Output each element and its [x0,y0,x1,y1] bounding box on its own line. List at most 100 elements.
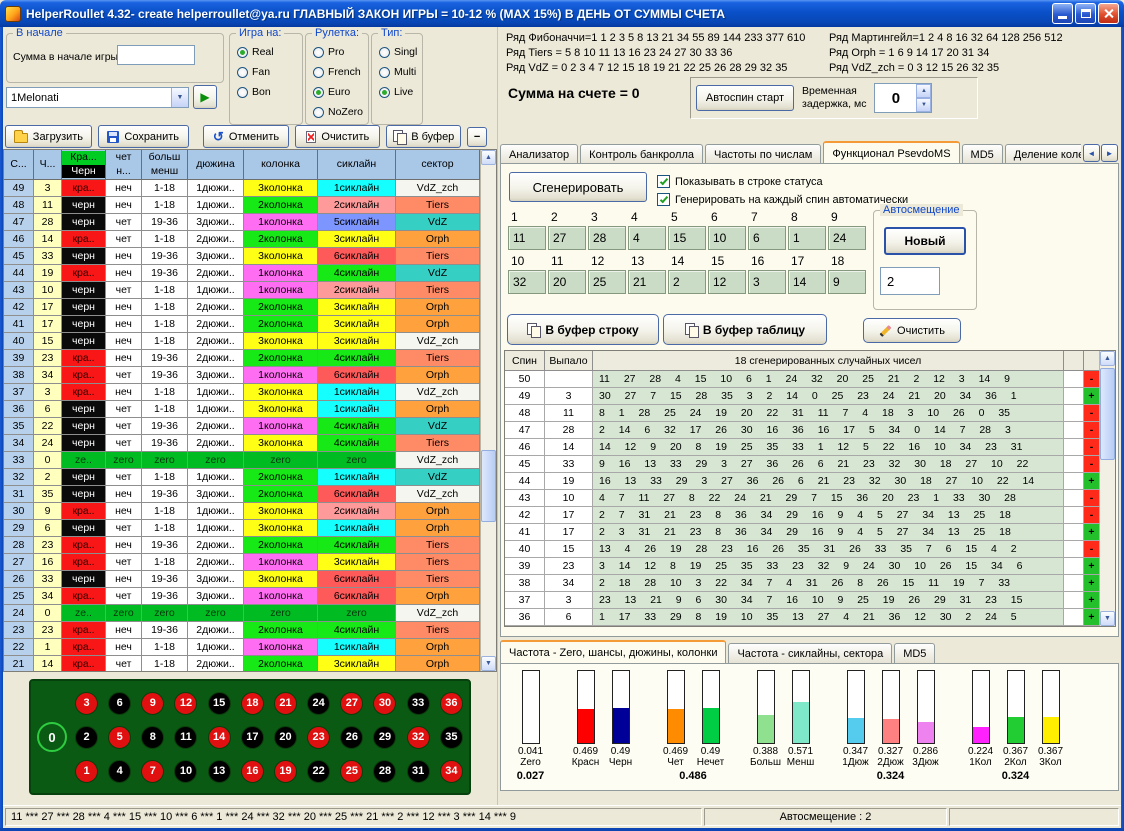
board-number[interactable]: 28 [373,760,396,783]
board-number[interactable]: 23 [307,726,330,749]
dozen-cell: 3дюжи.. [188,486,244,503]
autospin-button[interactable]: Автоспин старт [696,85,794,111]
radio-french[interactable]: French [306,62,368,82]
start-sum-label: Сумма в начале игры [13,51,118,63]
profile-combobox[interactable]: 1Melonati ▼ [6,87,189,108]
board-number[interactable]: 3 [75,692,98,715]
clear-generated-button[interactable]: Очистить [863,318,961,343]
new-button[interactable]: Новый [884,227,966,255]
board-number[interactable]: 2 [75,726,98,749]
board-number[interactable]: 16 [241,760,264,783]
board-number[interactable]: 4 [108,760,131,783]
board-number[interactable]: 32 [407,726,430,749]
bar-value: 0.571 [788,746,813,757]
board-number[interactable]: 24 [307,692,330,715]
board-number[interactable]: 1 [75,760,98,783]
board-number[interactable]: 13 [208,760,231,783]
clear-button[interactable]: Очистить [295,125,380,148]
board-number[interactable]: 26 [340,726,363,749]
board-number[interactable]: 25 [340,760,363,783]
start-sum-input[interactable] [117,45,195,65]
generate-each-spin-checkbox[interactable]: Генерировать на каждый спин автоматическ… [657,193,908,206]
freq-tab-1[interactable]: Частота - Zero, шансы, дюжины, колонки [500,640,726,663]
board-number[interactable]: 22 [307,760,330,783]
tab-6[interactable]: Деление колеса на [1005,144,1081,164]
minimize-button[interactable] [1052,3,1073,24]
spacer-cell [1064,473,1084,490]
board-number[interactable]: 14 [208,726,231,749]
tab-5[interactable]: MD5 [962,144,1003,164]
scroll-up-icon[interactable]: ▲ [1100,351,1115,366]
tab-3[interactable]: Частоты по числам [705,144,821,164]
board-number[interactable]: 15 [208,692,231,715]
scroll-up-icon[interactable]: ▲ [481,150,496,165]
board-number[interactable]: 8 [141,726,164,749]
board-number[interactable]: 20 [274,726,297,749]
radio-fan[interactable]: Fan [230,62,302,82]
radio-euro[interactable]: Euro [306,82,368,102]
board-number[interactable]: 19 [274,760,297,783]
spin-row: 441916 13 33 29 3 27 36 26 6 21 23 32 30… [505,473,1100,490]
board-number[interactable]: 18 [241,692,264,715]
play-button[interactable]: ▶ [193,85,217,109]
board-number[interactable]: 21 [274,692,297,715]
tab-scroll-left-icon[interactable]: ◄ [1083,144,1100,162]
radio-real[interactable]: Real [230,42,302,62]
board-number[interactable]: 31 [407,760,430,783]
copy-to-buffer-button[interactable]: В буфер [386,125,461,148]
generate-button[interactable]: Сгенерировать [509,172,647,202]
spins-scrollbar[interactable]: ▲ ▼ [1099,351,1115,626]
scroll-down-icon[interactable]: ▼ [1100,611,1115,626]
board-number[interactable]: 29 [373,726,396,749]
spinner-down-icon[interactable]: ▼ [916,98,931,112]
radio-singl[interactable]: Singl [372,42,422,62]
tab-2[interactable]: Контроль банкролла [580,144,703,164]
close-button[interactable] [1098,3,1119,24]
board-number[interactable]: 7 [141,760,164,783]
show-in-status-checkbox[interactable]: Показывать в строке статуса [657,175,823,188]
freq-tab-2[interactable]: Частота - сиклайны, сектора [728,643,892,663]
copy-table-button[interactable]: В буфер таблицу [663,314,827,345]
scrollbar-thumb[interactable] [1100,368,1115,460]
board-number[interactable]: 34 [440,760,463,783]
autoshift-value-input[interactable] [880,267,940,295]
undo-button[interactable]: ↺Отменить [203,125,290,148]
board-number[interactable]: 6 [108,692,131,715]
board-number[interactable]: 30 [373,692,396,715]
maximize-button[interactable] [1075,3,1096,24]
board-number[interactable]: 11 [174,726,197,749]
delay-spinner[interactable]: 0 ▲ ▼ [874,83,932,113]
board-number[interactable]: 36 [440,692,463,715]
chevron-down-icon[interactable]: ▼ [171,88,188,107]
scroll-down-icon[interactable]: ▼ [481,656,496,671]
scrollbar-thumb[interactable] [481,450,496,522]
board-number[interactable]: 33 [407,692,430,715]
board-zero[interactable]: 0 [37,722,67,752]
history-scrollbar[interactable]: ▲ ▼ [480,150,496,671]
radio-multi[interactable]: Multi [372,62,422,82]
frequency-group: 0.469Красн0.49Черн [568,670,638,783]
column-cell: 2колонка [244,469,318,486]
radio-bon[interactable]: Bon [230,82,302,102]
board-number[interactable]: 35 [440,726,463,749]
load-button[interactable]: Загрузить [5,125,92,148]
board-number[interactable]: 12 [174,692,197,715]
tab-4[interactable]: Функционал PsevdoMS [823,141,959,164]
board-number[interactable]: 17 [241,726,264,749]
freq-tab-3[interactable]: MD5 [894,643,935,663]
spin-cell: 31 [4,486,34,503]
tab-scroll-right-icon[interactable]: ► [1101,144,1118,162]
radio-pro[interactable]: Pro [306,42,368,62]
tab-1[interactable]: Анализатор [500,144,578,164]
board-number[interactable]: 27 [340,692,363,715]
spin-number-cell: 50 [505,371,545,388]
collapse-button[interactable]: − [467,127,487,147]
board-number[interactable]: 10 [174,760,197,783]
radio-live[interactable]: Live [372,82,422,102]
copy-row-button[interactable]: В буфер строку [507,314,659,345]
save-button[interactable]: Сохранить [98,125,189,148]
radio-nozero[interactable]: NoZero [306,102,368,122]
spinner-up-icon[interactable]: ▲ [916,84,931,98]
board-number[interactable]: 9 [141,692,164,715]
board-number[interactable]: 5 [108,726,131,749]
